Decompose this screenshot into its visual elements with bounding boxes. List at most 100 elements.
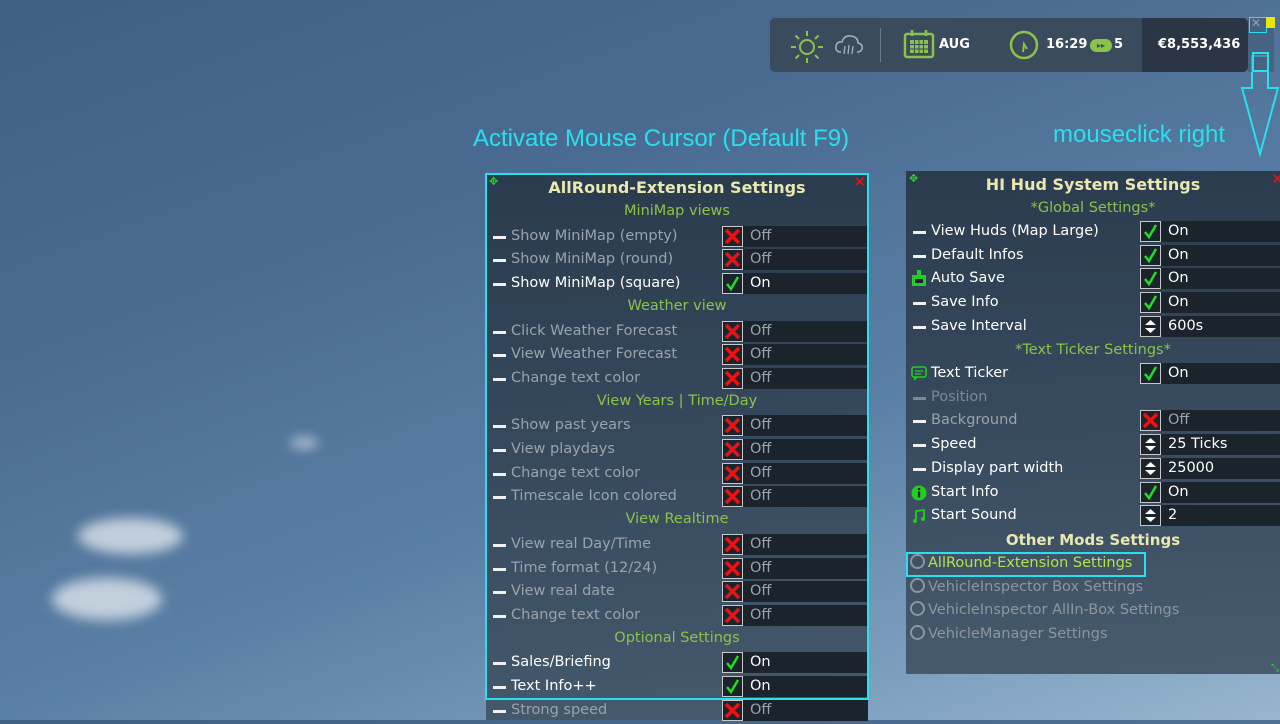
gear-icon	[910, 577, 925, 593]
setting-label: View Huds (Map Large)	[931, 223, 1099, 239]
hud-settings-button[interactable]: ✕	[1249, 16, 1267, 33]
setting-row: View Huds (Map Large) On	[906, 221, 1280, 243]
setting-value: 25 Ticks	[1168, 436, 1228, 453]
top-hud: AUG 16:29 ▸▸ 5 €8,553,436	[770, 18, 1248, 72]
clock-icon	[1009, 30, 1039, 60]
setting-value-cell[interactable]	[1140, 268, 1280, 290]
resize-handle-icon[interactable]: ⤡	[1271, 663, 1279, 674]
checkmark-icon[interactable]	[1140, 363, 1161, 384]
timescale-label: 5	[1114, 37, 1124, 52]
setting-row: Save Interval 600s	[906, 315, 1280, 338]
setting-label: Strong speed	[511, 701, 608, 718]
setting-value-cell[interactable]	[1140, 244, 1280, 266]
setting-label: Default Infos	[931, 246, 1024, 263]
setting-label: Auto Save	[931, 270, 1005, 287]
cross-icon[interactable]	[722, 699, 743, 721]
setting-row: Text Ticker On	[906, 363, 1280, 385]
setting-label: Save Interval	[931, 317, 1027, 334]
annotation-mouseclick-right: mouseclick right	[1053, 121, 1226, 148]
setting-value-cell[interactable]	[722, 699, 868, 721]
dash-icon	[913, 302, 926, 306]
mod-settings-link[interactable]: VehicleInspector Box Settings	[910, 577, 1144, 595]
dash-icon	[913, 325, 926, 329]
checkmark-icon[interactable]	[1140, 221, 1161, 242]
save-icon	[911, 270, 927, 287]
move-handle-icon[interactable]: ✥	[909, 172, 918, 185]
setting-row: Save Info On	[906, 292, 1280, 314]
gear-icon	[910, 625, 925, 641]
dash-icon	[913, 444, 926, 448]
dash-icon	[493, 709, 506, 713]
close-icon[interactable]: ✕	[1271, 170, 1280, 188]
stepper-icon[interactable]	[1140, 315, 1161, 337]
setting-value: On	[1168, 294, 1189, 311]
setting-value: On	[1168, 223, 1189, 239]
setting-value: On	[1168, 365, 1189, 381]
stepper-icon[interactable]	[1140, 434, 1161, 456]
setting-row: Auto Save On	[906, 268, 1280, 290]
setting-row: Default Infos On	[906, 244, 1280, 267]
cloud	[78, 518, 183, 554]
setting-row: Start Sound 2	[906, 505, 1280, 527]
section-title: *Global Settings*	[1030, 200, 1156, 216]
setting-value-cell[interactable]	[1140, 505, 1280, 527]
mod-settings-link[interactable]: VehicleInspector AllIn-Box Settings	[910, 601, 1179, 618]
setting-value: Off	[1168, 412, 1190, 429]
setting-row: Speed 25 Ticks	[906, 434, 1280, 456]
chat-icon	[911, 365, 927, 382]
setting-label: Save Info	[931, 294, 999, 311]
cloud	[52, 578, 162, 620]
panel-title: HI Hud System Settings	[985, 175, 1201, 194]
gear-icon	[910, 601, 925, 617]
time-label: 16:29	[1046, 37, 1088, 52]
mod-label: VehicleInspector AllIn-Box Settings	[928, 602, 1180, 619]
setting-label: Start Sound	[931, 507, 1017, 524]
mod-label: VehicleManager Settings	[928, 626, 1108, 643]
setting-label: Background	[931, 412, 1018, 429]
mod-label: VehicleInspector Box Settings	[928, 578, 1144, 595]
cloud	[290, 438, 318, 448]
other-mods-title: Other Mods Settings	[1005, 531, 1181, 549]
cross-icon[interactable]	[1140, 410, 1161, 432]
setting-row: Start Info On	[906, 481, 1280, 504]
setting-value-cell[interactable]	[1140, 221, 1280, 242]
dash-icon	[913, 396, 926, 400]
timescale-icon[interactable]: ▸▸	[1090, 39, 1112, 52]
music-icon	[911, 507, 927, 524]
setting-label: Display part width	[931, 459, 1064, 476]
hud-separator	[880, 28, 881, 62]
stepper-icon[interactable]	[1140, 457, 1161, 479]
setting-row: Strong speed Off	[486, 699, 868, 722]
setting-label: Text Ticker	[931, 365, 1009, 381]
setting-value: Off	[750, 701, 772, 718]
dash-icon	[913, 231, 926, 234]
setting-value-cell[interactable]	[1140, 292, 1280, 314]
money-label: €8,553,436	[1158, 37, 1241, 52]
checkmark-icon[interactable]	[1140, 268, 1161, 290]
setting-value: On	[1168, 246, 1189, 263]
setting-label: Speed	[931, 436, 977, 453]
calendar-icon	[903, 30, 935, 59]
checkmark-icon[interactable]	[1140, 244, 1161, 266]
hud-toggle-target[interactable]	[1252, 52, 1269, 72]
setting-value-cell[interactable]	[1140, 481, 1280, 503]
cloud-rain-icon	[835, 35, 863, 55]
checkmark-icon[interactable]	[1140, 481, 1161, 503]
section-title: *Text Ticker Settings*	[1015, 342, 1171, 358]
setting-value-cell[interactable]	[1140, 410, 1280, 432]
setting-value: 600s	[1168, 317, 1204, 334]
setting-value: On	[1168, 483, 1189, 500]
mod-settings-link[interactable]: VehicleManager Settings	[910, 625, 1108, 642]
tools-icon: ✕	[1251, 16, 1262, 30]
stepper-icon[interactable]	[1140, 505, 1161, 527]
checkmark-icon[interactable]	[1140, 292, 1161, 314]
setting-value-cell[interactable]	[1140, 315, 1280, 337]
allround-panel-focus-frame	[485, 173, 869, 700]
hud-settings-panel: HI Hud System Settings ✥ ✕ *Global Setti…	[906, 170, 1280, 674]
setting-row: Display part width 25000	[906, 457, 1280, 480]
setting-label: Start Info	[931, 483, 999, 500]
setting-value: On	[1168, 270, 1189, 287]
info-icon	[911, 484, 927, 501]
setting-value-cell[interactable]	[1140, 363, 1280, 384]
dash-icon	[913, 467, 926, 471]
